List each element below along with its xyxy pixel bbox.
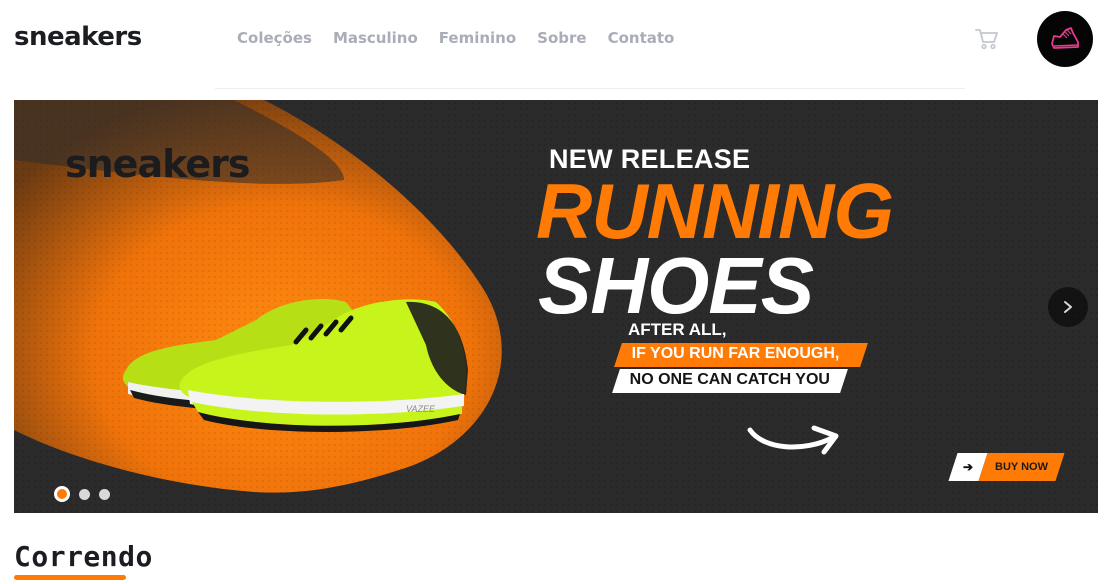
nav-item-contato[interactable]: Contato [608, 29, 675, 47]
arrow-right-icon: ➔ [962, 460, 974, 474]
main-nav: Coleções Masculino Feminino Sobre Contat… [237, 29, 674, 47]
banner-headline-2: SHOES [538, 241, 814, 330]
cart-icon[interactable] [975, 28, 999, 50]
site-logo[interactable]: sneakers [14, 22, 142, 52]
header-divider [215, 88, 965, 89]
sneaker-image: VAZEE [122, 299, 468, 432]
hero-carousel[interactable]: sneakers VAZEE NEW RELEASE RUNNING SHOES… [14, 100, 1098, 513]
curved-arrow-icon [747, 425, 839, 455]
carousel-dot-2[interactable] [79, 488, 90, 500]
shoe-brand-text: VAZEE [406, 404, 436, 414]
banner-strip-2-text: NO ONE CAN CATCH YOU [629, 371, 830, 388]
carousel-next-button[interactable] [1048, 287, 1088, 327]
section-title-underline [14, 575, 126, 580]
nav-item-feminino[interactable]: Feminino [439, 29, 516, 47]
buy-now-label: BUY NOW [995, 461, 1048, 473]
sneaker-icon [1051, 27, 1079, 49]
avatar[interactable] [1037, 11, 1093, 67]
nav-item-colecoes[interactable]: Coleções [237, 29, 312, 47]
buy-now-button[interactable]: ➔ BUY NOW [948, 453, 1065, 481]
banner-strip-white: NO ONE CAN CATCH YOU [612, 369, 848, 393]
banner-after-text: AFTER ALL, [628, 320, 727, 339]
carousel-dot-1[interactable] [54, 486, 70, 502]
buy-now-label-box: BUY NOW [978, 453, 1065, 481]
site-header: sneakers Coleções Masculino Feminino Sob… [0, 0, 1111, 89]
chevron-right-icon [1064, 301, 1072, 313]
nav-item-masculino[interactable]: Masculino [333, 29, 418, 47]
carousel-dot-3[interactable] [99, 488, 110, 500]
nav-item-sobre[interactable]: Sobre [537, 29, 586, 47]
banner-strip-1-text: IF YOU RUN FAR ENOUGH, [631, 345, 840, 362]
banner-brand: sneakers [65, 142, 250, 186]
carousel-dots [54, 486, 110, 502]
banner-strip-orange: IF YOU RUN FAR ENOUGH, [614, 343, 868, 367]
section-title: Correndo [14, 540, 153, 573]
